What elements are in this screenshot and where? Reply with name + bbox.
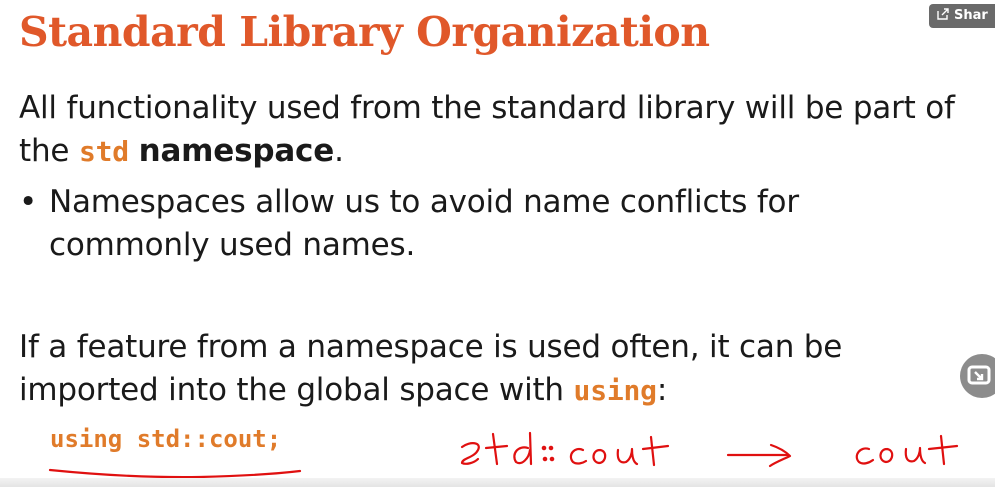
slide-title: Standard Library Organization: [19, 8, 710, 56]
bullet-text: Namespaces allow us to avoid name confli…: [49, 184, 799, 263]
paragraph-using: If a feature from a namespace is used of…: [19, 326, 959, 412]
bullet-dot: •: [19, 184, 38, 220]
share-button[interactable]: Shar: [929, 4, 995, 28]
screen-exit-icon: [967, 365, 991, 385]
inline-code-std: std: [78, 135, 129, 168]
bold-term-namespace: namespace: [138, 133, 335, 169]
bullet-item: • Namespaces allow us to avoid name conf…: [19, 181, 919, 267]
paragraph-std-namespace: All functionality used from the standard…: [19, 87, 979, 173]
handwritten-std-cout: [460, 431, 670, 467]
inline-code-using: using: [573, 374, 657, 407]
paragraph-period: .: [334, 133, 344, 169]
paragraph-text: If a feature from a namespace is used of…: [19, 329, 843, 408]
code-example-using-cout: using std::cout;: [50, 425, 282, 453]
share-button-label: Shar: [954, 8, 988, 23]
handwritten-cout: [855, 434, 959, 466]
lecture-slide: Standard Library Organization All functi…: [0, 0, 995, 487]
paragraph-colon: :: [656, 372, 668, 408]
ink-underline: [48, 468, 302, 479]
handwritten-arrow: [726, 443, 792, 468]
share-icon: [937, 8, 949, 20]
floating-action-button[interactable]: [960, 354, 995, 398]
bottom-edge: [0, 478, 995, 487]
